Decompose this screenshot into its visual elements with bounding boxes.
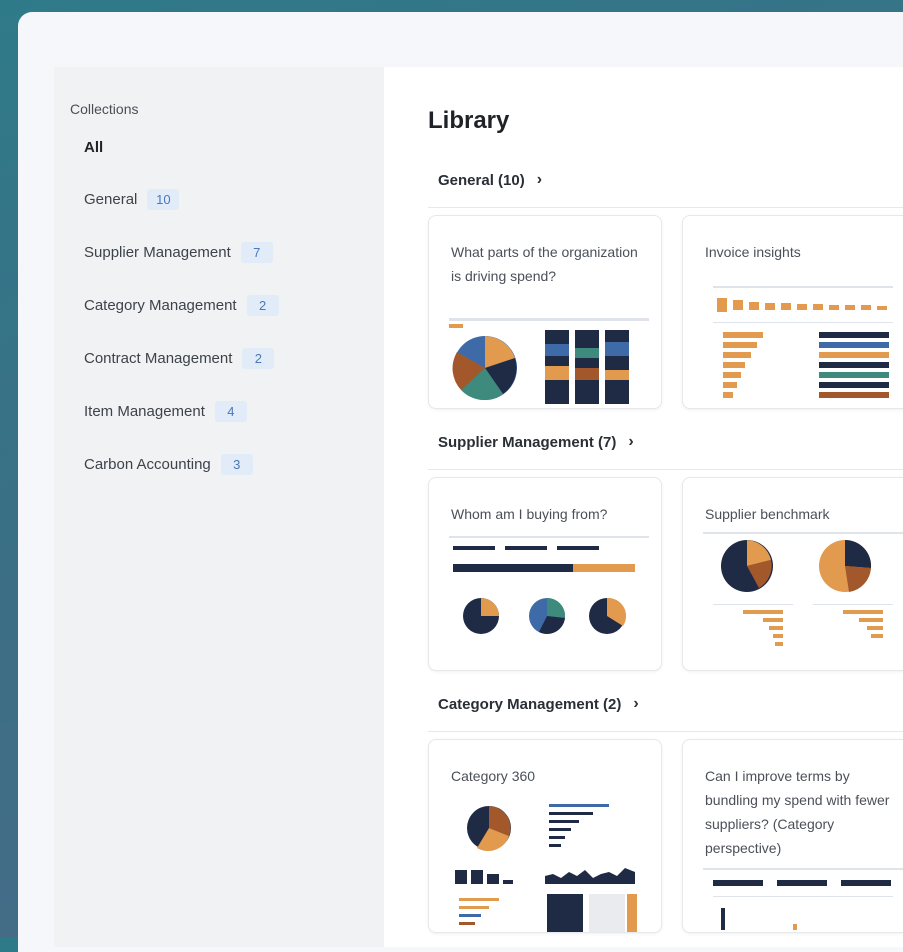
chevron-right-icon: › [536,171,543,188]
sidebar-item-all[interactable]: All [84,139,103,156]
section-heading: General (10) [438,171,525,189]
sidebar-item-category-management[interactable]: Category Management 2 [84,295,279,316]
card-title: What parts of the organization is drivin… [451,244,638,284]
sidebar-item-general[interactable]: General 10 [84,189,180,210]
library-main: Library General (10) › What parts of the… [384,67,903,947]
sidebar-item-label: General [84,191,138,208]
dashboard-thumbnail [703,286,903,406]
divider [428,207,903,208]
section-header-category-management[interactable]: Category Management (2) › [438,695,639,713]
divider [428,469,903,470]
dashboard-thumbnail [703,868,903,932]
sidebar-item-label: Item Management [84,403,205,420]
divider [428,731,903,732]
card-supplier-benchmark[interactable]: Supplier benchmark [682,477,903,671]
app-window: Collections All General 10 Supplier Mana… [18,12,903,952]
dashboard-thumbnail [449,796,649,932]
card-invoice-insights[interactable]: Invoice insights [682,215,903,409]
count-badge: 2 [242,348,275,369]
sidebar-item-label: Contract Management [84,350,233,367]
card-title: Supplier benchmark [705,506,830,522]
count-badge: 3 [220,454,253,475]
sidebar-item-supplier-management[interactable]: Supplier Management 7 [84,242,273,263]
page-title: Library [428,107,510,134]
sidebar-item-label: Carbon Accounting [84,456,211,473]
collections-sidebar: Collections All General 10 Supplier Mana… [54,67,384,947]
chevron-right-icon: › [628,433,634,450]
sidebar-item-label: Category Management [84,297,237,314]
card-category-360[interactable]: Category 360 [428,739,662,933]
count-badge: 2 [246,295,279,316]
card-whom-am-i-buying-from[interactable]: Whom am I buying from? [428,477,662,671]
chevron-right-icon: › [633,695,639,712]
count-badge: 10 [147,189,180,210]
sidebar-item-carbon-accounting[interactable]: Carbon Accounting 3 [84,454,253,475]
card-title: Category 360 [451,768,536,784]
count-badge: 7 [240,242,273,263]
collections-heading: Collections [70,101,139,117]
card-bundling-spend[interactable]: Can I improve terms by bundling my spend… [682,739,903,933]
count-badge: 4 [214,401,247,422]
section-heading: Category Management (2) [438,695,622,713]
sidebar-item-label: All [84,139,104,156]
section-header-supplier-management[interactable]: Supplier Management (7) › [438,433,634,451]
dashboard-thumbnail [449,536,649,646]
card-title: Can I improve terms by bundling my spend… [705,768,890,856]
sidebar-item-contract-management[interactable]: Contract Management 2 [84,348,275,369]
card-spend-drivers[interactable]: What parts of the organization is drivin… [428,215,662,409]
section-header-general[interactable]: General (10) › [438,171,542,189]
section-heading: Supplier Management (7) [438,433,617,451]
dashboard-thumbnail [449,318,649,406]
sidebar-item-item-management[interactable]: Item Management 4 [84,401,247,422]
sidebar-item-label: Supplier Management [84,244,231,261]
card-title: Invoice insights [705,244,801,260]
card-title: Whom am I buying from? [451,506,608,522]
dashboard-thumbnail [703,532,903,662]
